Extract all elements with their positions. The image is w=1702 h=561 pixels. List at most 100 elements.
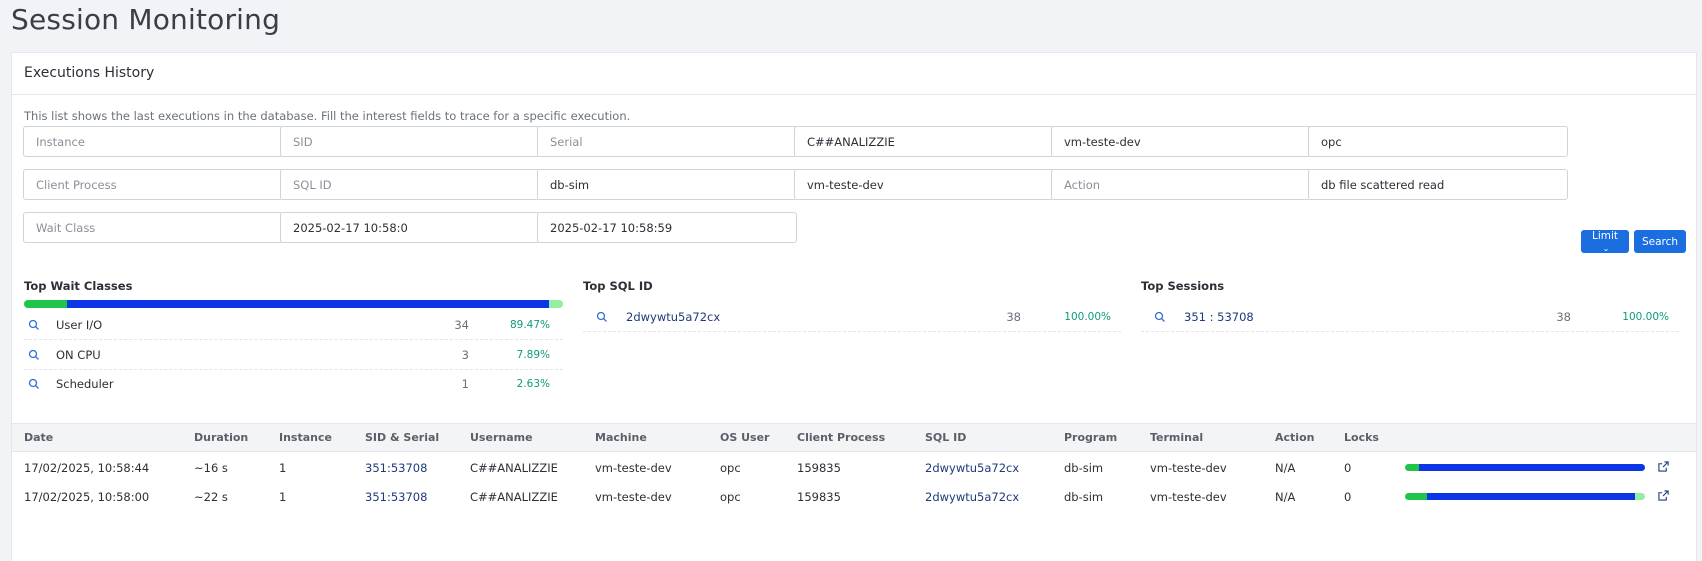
date-to-field[interactable] bbox=[537, 212, 797, 243]
row-bar-cpu bbox=[1405, 464, 1420, 471]
session-label[interactable]: 351 : 53708 bbox=[1184, 310, 1254, 324]
action-field[interactable] bbox=[1051, 169, 1311, 200]
table-row[interactable]: 17/02/2025, 10:58:44 ~16 s 1 351:53708 C… bbox=[12, 453, 1696, 482]
wait-class-pct: 89.47% bbox=[509, 319, 550, 331]
col-instance[interactable]: Instance bbox=[279, 431, 332, 444]
cell-action: N/A bbox=[1275, 490, 1296, 504]
cell-sql-id-link[interactable]: 2dwywtu5a72cx bbox=[925, 490, 1019, 504]
search-icon bbox=[28, 378, 39, 389]
search-icon bbox=[596, 311, 607, 322]
sql-id-count: 38 bbox=[1006, 310, 1021, 324]
cell-terminal: vm-teste-dev bbox=[1150, 490, 1227, 504]
wait-bar-scheduler bbox=[548, 300, 563, 308]
program-field[interactable] bbox=[537, 169, 797, 200]
search-icon bbox=[28, 319, 39, 330]
limit-button[interactable]: Limit ⌄ bbox=[1581, 230, 1629, 253]
wait-class-label: User I/O bbox=[56, 318, 103, 332]
col-username[interactable]: Username bbox=[470, 431, 533, 444]
cell-locks: 0 bbox=[1344, 461, 1352, 475]
wait-bar-cpu bbox=[24, 300, 67, 308]
table-row[interactable]: 17/02/2025, 10:58:00 ~22 s 1 351:53708 C… bbox=[12, 482, 1696, 511]
row-bar-cpu bbox=[1405, 493, 1427, 500]
col-os-user[interactable]: OS User bbox=[720, 431, 769, 444]
sql-id-item[interactable]: 2dwywtu5a72cx 38 100.00% bbox=[583, 303, 1121, 332]
wait-class-field[interactable] bbox=[23, 212, 283, 243]
search-button[interactable]: Search bbox=[1634, 230, 1686, 253]
terminal-field[interactable] bbox=[794, 169, 1054, 200]
row-wait-bar bbox=[1405, 464, 1645, 471]
cell-os-user: opc bbox=[720, 490, 741, 504]
wait-class-item[interactable]: Scheduler 1 2.63% bbox=[24, 370, 563, 399]
card-header: Executions History bbox=[12, 53, 1696, 95]
cell-duration: ~22 s bbox=[194, 490, 228, 504]
cell-instance: 1 bbox=[279, 461, 287, 475]
cell-terminal: vm-teste-dev bbox=[1150, 461, 1227, 475]
wait-class-pct: 7.89% bbox=[516, 349, 550, 361]
top-wait-classes-title: Top Wait Classes bbox=[24, 279, 133, 293]
row-bar-io bbox=[1426, 493, 1636, 500]
wait-class-pct: 2.63% bbox=[516, 378, 550, 390]
col-sid-serial[interactable]: SID & Serial bbox=[365, 431, 439, 444]
row-bar-io bbox=[1419, 464, 1645, 471]
col-program[interactable]: Program bbox=[1064, 431, 1117, 444]
cell-instance: 1 bbox=[279, 490, 287, 504]
external-link-icon[interactable] bbox=[1658, 461, 1669, 472]
username-field[interactable] bbox=[794, 126, 1054, 157]
os-user-field[interactable] bbox=[1308, 126, 1568, 157]
wait-class-count: 1 bbox=[461, 377, 469, 391]
cell-sql-id-link[interactable]: 2dwywtu5a72cx bbox=[925, 461, 1019, 475]
cell-machine: vm-teste-dev bbox=[595, 490, 672, 504]
top-sql-id-title: Top SQL ID bbox=[583, 279, 653, 293]
cell-os-user: opc bbox=[720, 461, 741, 475]
row-bar-scheduler bbox=[1635, 493, 1645, 500]
row-wait-bar bbox=[1405, 493, 1645, 500]
page-title: Session Monitoring bbox=[11, 3, 281, 36]
col-client-process[interactable]: Client Process bbox=[797, 431, 885, 444]
cell-locks: 0 bbox=[1344, 490, 1352, 504]
serial-field[interactable] bbox=[537, 126, 797, 157]
sql-id-label[interactable]: 2dwywtu5a72cx bbox=[626, 310, 720, 324]
cell-sid-serial-link[interactable]: 351:53708 bbox=[365, 490, 427, 504]
col-locks[interactable]: Locks bbox=[1344, 431, 1379, 444]
cell-client-process: 159835 bbox=[797, 461, 841, 475]
col-terminal[interactable]: Terminal bbox=[1150, 431, 1203, 444]
cell-sid-serial-link[interactable]: 351:53708 bbox=[365, 461, 427, 475]
table-header: Date Duration Instance SID & Serial User… bbox=[12, 423, 1696, 452]
cell-client-process: 159835 bbox=[797, 490, 841, 504]
session-item[interactable]: 351 : 53708 38 100.00% bbox=[1141, 303, 1679, 332]
session-pct: 100.00% bbox=[1622, 311, 1669, 323]
chevron-down-icon: ⌄ bbox=[1602, 244, 1610, 253]
col-sql-id[interactable]: SQL ID bbox=[925, 431, 966, 444]
col-duration[interactable]: Duration bbox=[194, 431, 248, 444]
cell-duration: ~16 s bbox=[194, 461, 228, 475]
sql-id-field[interactable] bbox=[280, 169, 540, 200]
wait-class-label: Scheduler bbox=[56, 377, 114, 391]
session-count: 38 bbox=[1556, 310, 1571, 324]
machine-field[interactable] bbox=[1051, 126, 1311, 157]
sql-id-pct: 100.00% bbox=[1064, 311, 1111, 323]
limit-label: Limit bbox=[1591, 230, 1619, 242]
search-icon bbox=[1154, 311, 1165, 322]
cell-program: db-sim bbox=[1064, 490, 1104, 504]
sid-field[interactable] bbox=[280, 126, 540, 157]
card-description: This list shows the last executions in t… bbox=[24, 109, 631, 123]
cell-username: C##ANALIZZIE bbox=[470, 461, 558, 475]
col-date[interactable]: Date bbox=[24, 431, 53, 444]
event-field[interactable] bbox=[1308, 169, 1568, 200]
wait-class-item[interactable]: User I/O 34 89.47% bbox=[24, 311, 563, 340]
top-sessions-title: Top Sessions bbox=[1141, 279, 1225, 293]
client-process-field[interactable] bbox=[23, 169, 283, 200]
cell-program: db-sim bbox=[1064, 461, 1104, 475]
col-machine[interactable]: Machine bbox=[595, 431, 647, 444]
cell-date: 17/02/2025, 10:58:44 bbox=[24, 461, 150, 475]
cell-machine: vm-teste-dev bbox=[595, 461, 672, 475]
cell-action: N/A bbox=[1275, 461, 1296, 475]
cell-username: C##ANALIZZIE bbox=[470, 490, 558, 504]
executions-table: Date Duration Instance SID & Serial User… bbox=[12, 423, 1696, 511]
col-action[interactable]: Action bbox=[1275, 431, 1314, 444]
wait-class-item[interactable]: ON CPU 3 7.89% bbox=[24, 341, 563, 370]
external-link-icon[interactable] bbox=[1658, 490, 1669, 501]
executions-history-card: Executions History This list shows the l… bbox=[11, 52, 1697, 561]
instance-field[interactable] bbox=[23, 126, 283, 157]
date-from-field[interactable] bbox=[280, 212, 540, 243]
